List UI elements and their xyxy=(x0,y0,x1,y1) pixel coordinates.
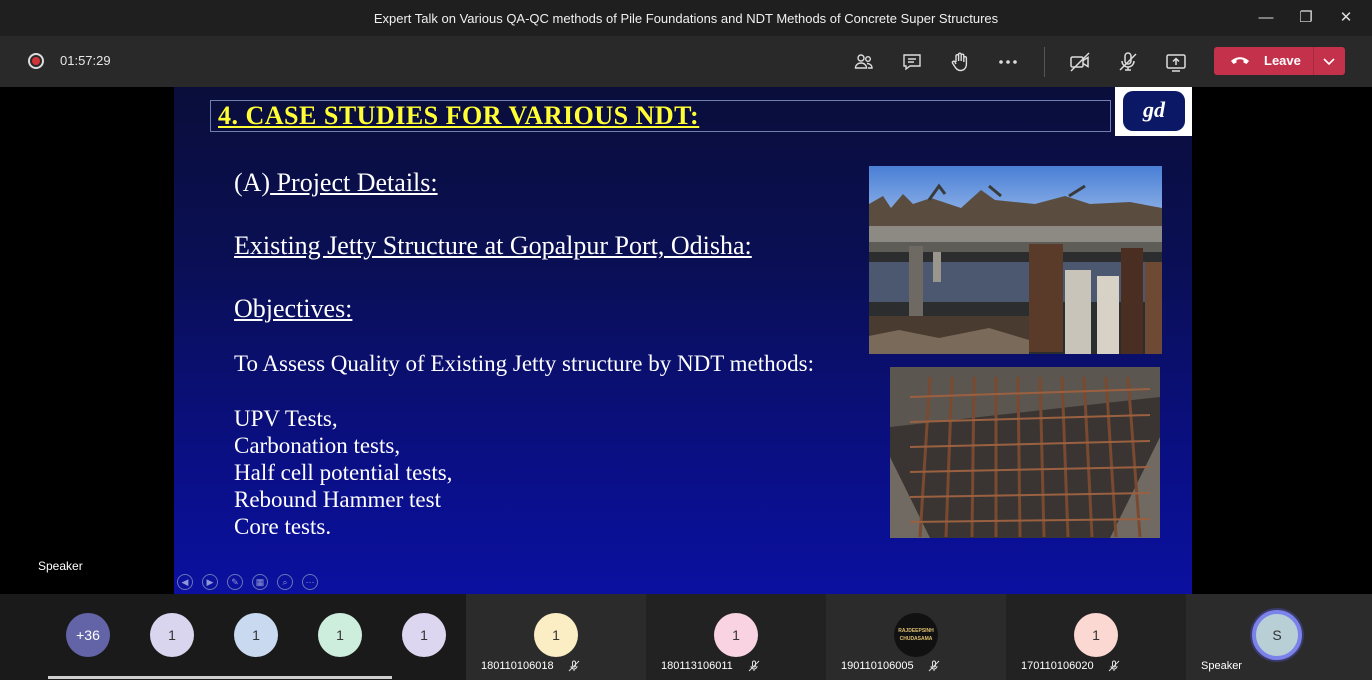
test-item: Core tests. xyxy=(234,514,332,539)
speaker-avatar: S xyxy=(1252,610,1302,660)
restore-button[interactable]: ❐ xyxy=(1292,6,1320,30)
participant-tile[interactable]: 1 170110106020 xyxy=(1006,594,1186,680)
leave-separator xyxy=(1313,47,1314,75)
project-title: Project Details: xyxy=(270,168,438,197)
previous-slide-icon[interactable]: ◀ xyxy=(177,574,193,590)
participant-group: +36 1 1 1 1 xyxy=(0,594,466,680)
project-details-heading: (A) Project Details: xyxy=(234,168,438,198)
slide-more-icon[interactable]: ⋯ xyxy=(302,574,318,590)
participant-avatar[interactable]: 1 xyxy=(150,613,194,657)
raise-hand-icon[interactable] xyxy=(948,50,972,74)
mic-off-icon xyxy=(748,659,760,677)
objectives-heading: Objectives: xyxy=(234,294,353,323)
company-logo: gd xyxy=(1115,87,1192,136)
slide-heading: 4. CASE STUDIES FOR VARIOUS NDT: xyxy=(218,101,700,130)
test-item: Rebound Hammer test xyxy=(234,487,441,512)
speaker-label: Speaker xyxy=(38,559,83,573)
participants-icon[interactable] xyxy=(852,50,876,74)
camera-off-icon[interactable] xyxy=(1068,50,1092,74)
hang-up-icon xyxy=(1230,54,1250,71)
participant-avatar[interactable]: 1 xyxy=(318,613,362,657)
window-title: Expert Talk on Various QA-QC methods of … xyxy=(373,11,999,26)
test-item: Half cell potential tests, xyxy=(234,460,453,485)
pen-icon[interactable]: ✎ xyxy=(227,574,243,590)
participant-avatar: 1 xyxy=(1074,613,1118,657)
close-button[interactable]: ✕ xyxy=(1332,6,1360,30)
slide-heading-box: 4. CASE STUDIES FOR VARIOUS NDT: xyxy=(210,100,1111,132)
title-bar: Expert Talk on Various QA-QC methods of … xyxy=(0,0,1372,36)
meeting-timer: 01:57:29 xyxy=(60,53,111,68)
rebar-photo xyxy=(890,367,1160,538)
next-slide-icon[interactable]: ▶ xyxy=(202,574,218,590)
test-item: Carbonation tests, xyxy=(234,433,401,458)
presentation-slide: 4. CASE STUDIES FOR VARIOUS NDT: gd (A) … xyxy=(174,87,1192,594)
recording-icon xyxy=(28,53,44,69)
participant-name: Speaker xyxy=(1201,660,1242,672)
mic-off-icon xyxy=(1108,659,1120,677)
logo-text: gd xyxy=(1123,91,1185,131)
participant-tile[interactable]: 1 180113106011 xyxy=(646,594,826,680)
leave-label: Leave xyxy=(1264,53,1301,68)
chevron-down-icon[interactable] xyxy=(1321,53,1337,72)
minimize-button[interactable]: — xyxy=(1252,6,1280,30)
participant-tile[interactable]: 1 180110106018 xyxy=(466,594,646,680)
more-options-icon[interactable] xyxy=(996,50,1020,74)
meeting-toolbar: 01:57:29 Leave xyxy=(0,36,1372,87)
participant-tile[interactable]: RAJDEEPSINH CHUDASAMA 190110106005 xyxy=(826,594,1006,680)
participant-avatar: 1 xyxy=(534,613,578,657)
content-stage: 4. CASE STUDIES FOR VARIOUS NDT: gd (A) … xyxy=(0,87,1372,594)
chat-icon[interactable] xyxy=(900,50,924,74)
mic-off-icon[interactable] xyxy=(1116,50,1140,74)
participants-strip: +36 1 1 1 1 1 180110106018 1 18011310601… xyxy=(0,594,1372,680)
leave-button[interactable]: Leave xyxy=(1214,47,1345,75)
jetty-photo xyxy=(869,166,1162,354)
zoom-icon[interactable]: ⌕ xyxy=(277,574,293,590)
share-screen-icon[interactable] xyxy=(1164,50,1188,74)
participant-avatar[interactable]: 1 xyxy=(234,613,278,657)
location-heading: Existing Jetty Structure at Gopalpur Por… xyxy=(234,231,752,260)
mic-off-icon xyxy=(568,659,580,677)
project-prefix: (A) xyxy=(234,168,271,197)
slides-grid-icon[interactable]: ▦ xyxy=(252,574,268,590)
participant-name: 180113106011 xyxy=(661,660,733,672)
participant-avatar[interactable]: 1 xyxy=(402,613,446,657)
participant-name: 170110106020 xyxy=(1021,660,1094,672)
participants-scrollbar[interactable] xyxy=(48,676,392,679)
mic-off-icon xyxy=(928,659,940,677)
participant-name: 190110106005 xyxy=(841,660,914,672)
toolbar-divider xyxy=(1044,47,1045,77)
participant-tile[interactable]: S Speaker xyxy=(1186,594,1372,680)
participant-photo-avatar: RAJDEEPSINH CHUDASAMA xyxy=(894,613,938,657)
participant-avatar: 1 xyxy=(714,613,758,657)
participant-name: 180110106018 xyxy=(481,660,554,672)
objective-text: To Assess Quality of Existing Jetty stru… xyxy=(234,351,814,376)
more-participants-avatar[interactable]: +36 xyxy=(66,613,110,657)
test-item: UPV Tests, xyxy=(234,406,338,431)
